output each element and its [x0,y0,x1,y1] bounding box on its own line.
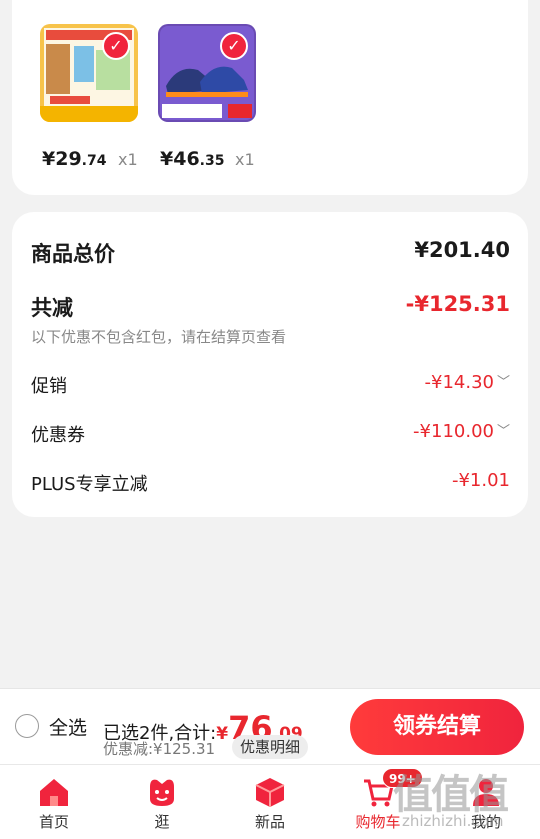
product-selected-check-icon[interactable]: ✓ [220,32,248,60]
tab-browse[interactable]: 逛 [108,765,216,839]
plus-discount-label: PLUS专享立减 [31,474,148,495]
browse-icon [150,779,174,806]
product-quantity: x1 [235,150,255,169]
product-quantity: x1 [118,150,138,169]
chevron-down-icon: ﹀ [496,375,510,390]
goods-total-label: 商品总价 [31,242,115,266]
tab-new-products[interactable]: 新品 [216,765,324,839]
total-reduction-value: -¥125.31 [405,292,510,316]
home-icon [40,779,68,806]
coupon-row[interactable]: -¥110.00 ﹀ [413,421,510,442]
promo-label: 促销 [31,376,67,397]
promo-row[interactable]: -¥14.30 ﹀ [425,372,511,393]
product-image-sneakers[interactable]: ✓ [158,24,256,122]
discount-note: 以下优惠不包含红包，请在结算页查看 [31,328,287,346]
checkout-bar: 全选 已选2件,合计:¥76.09 优惠减:¥125.31 优惠明细 领券结算 [0,688,540,764]
coupon-value: -¥110.00 [413,421,494,442]
selected-products-card: ✓ ✓ ¥29.74 x1 ¥46.35 x1 [12,0,528,195]
product-image-milk[interactable]: ✓ [40,24,138,122]
total-reduction-label: 共减 [31,296,73,320]
plus-discount-value: -¥1.01 [451,470,510,491]
checkout-button[interactable]: 领券结算 [350,699,524,755]
tab-label: 逛 [154,813,170,831]
tab-label: 新品 [254,813,285,831]
tab-home[interactable]: 首页 [0,765,108,839]
watermark-url: zhizhizhi.com [402,812,504,830]
new-products-icon [255,778,285,807]
goods-total-value: ¥201.40 [414,238,510,262]
total-currency: ¥ [216,724,229,744]
tab-label: 首页 [38,813,69,831]
select-all-label[interactable]: 全选 [49,713,87,740]
coupon-label: 优惠券 [31,425,85,446]
chevron-down-icon: ﹀ [496,424,510,439]
promo-value: -¥14.30 [424,372,494,393]
price-summary-card: 商品总价 ¥201.40 共减 -¥125.31 以下优惠不包含红包，请在结算页… [12,212,528,517]
discount-amount: 优惠减:¥125.31 [103,740,216,758]
product-price: ¥29.74 [42,148,107,170]
product-selected-check-icon[interactable]: ✓ [102,32,130,60]
product-price: ¥46.35 [160,148,225,170]
discount-detail-button[interactable]: 优惠明细 [232,735,309,759]
select-all-radio[interactable] [15,714,39,738]
